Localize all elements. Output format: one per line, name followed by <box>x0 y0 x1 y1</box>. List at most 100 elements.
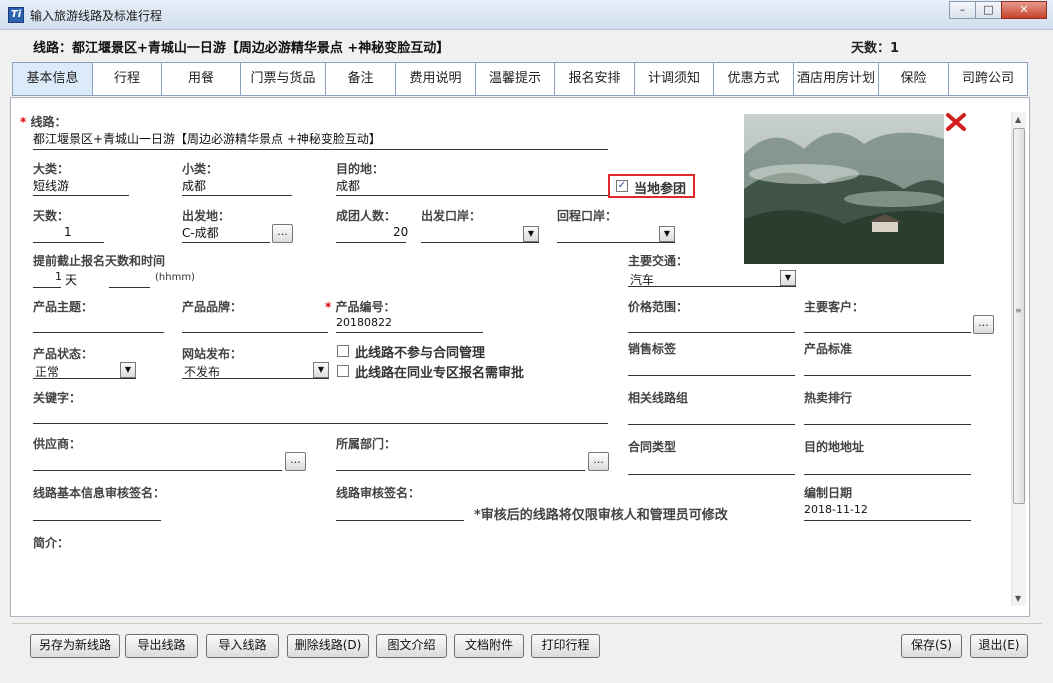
minimize-button[interactable]: – <box>949 1 976 19</box>
departure-field[interactable]: C-成都 <box>182 224 219 241</box>
group-size-label: 成团人数： <box>336 209 397 223</box>
peer-review-label[interactable]: 此线路在同业专区报名需审批 <box>355 362 524 381</box>
chevron-down-icon[interactable]: ▼ <box>659 226 675 242</box>
group-size-field[interactable]: 20 <box>393 225 408 239</box>
button-bar: 另存为新线路 导出线路 导入线路 删除线路(D) 图文介绍 文档附件 打印行程 … <box>12 623 1042 668</box>
route-label: * 线路： <box>20 115 67 129</box>
departure-picker-button[interactable]: ... <box>272 224 293 243</box>
title-bar: Ti 输入旅游线路及标准行程 – □ ✕ <box>0 0 1053 30</box>
compile-date-label: 编制日期 <box>804 486 853 500</box>
days-header: 天数：1 <box>851 41 900 56</box>
deadline-label: 提前截止报名天数和时间 <box>33 254 166 268</box>
days-field[interactable]: 1 <box>64 225 72 239</box>
import-route-button[interactable]: 导入线路 <box>206 634 279 658</box>
deadline-time-underline[interactable] <box>109 287 150 288</box>
category-field[interactable]: 短线游 <box>33 177 69 194</box>
exit-button[interactable]: 退出(E) <box>970 634 1028 658</box>
delete-photo-icon[interactable] <box>945 112 967 132</box>
tab-insurance[interactable]: 保险 <box>879 62 949 96</box>
route-sign-field[interactable] <box>336 520 464 521</box>
vertical-scrollbar[interactable]: ▲ ≡ ▼ <box>1011 112 1026 606</box>
tab-tickets[interactable]: 门票与货品 <box>241 62 326 96</box>
price-range-field[interactable] <box>628 332 795 333</box>
scroll-thumb[interactable] <box>1013 128 1025 504</box>
status-select[interactable]: 正常 ▼ <box>33 362 136 379</box>
depart-port-label: 出发口岸： <box>421 209 482 223</box>
destination-label: 目的地： <box>336 162 385 176</box>
destination-address-field[interactable] <box>804 474 971 475</box>
chevron-down-icon[interactable]: ▼ <box>120 362 136 378</box>
tab-hotel-plan[interactable]: 酒店用房计划 <box>794 62 879 96</box>
export-route-button[interactable]: 导出线路 <box>125 634 198 658</box>
destination-field[interactable]: 成都 <box>336 177 360 194</box>
destination-address-label: 目的地地址 <box>804 440 865 454</box>
review-note: *审核后的线路将仅限审核人和管理员可修改 <box>474 508 728 523</box>
tab-cross-company[interactable]: 司跨公司 <box>949 62 1028 96</box>
tab-itinerary[interactable]: 行程 <box>93 62 162 96</box>
product-standard-field[interactable] <box>804 375 971 376</box>
compile-date-field[interactable]: 2018-11-12 <box>804 503 868 516</box>
tab-operator-notes[interactable]: 计调须知 <box>635 62 714 96</box>
days-label: 天数： <box>33 209 70 223</box>
tab-registration[interactable]: 报名安排 <box>555 62 635 96</box>
department-picker-button[interactable]: ... <box>588 452 609 471</box>
related-routes-field[interactable] <box>628 424 795 425</box>
tab-remarks[interactable]: 备注 <box>326 62 396 96</box>
subcategory-field[interactable]: 成都 <box>182 177 206 194</box>
tab-discounts[interactable]: 优惠方式 <box>714 62 794 96</box>
tab-tips[interactable]: 温馨提示 <box>476 62 555 96</box>
attachments-button[interactable]: 文档附件 <box>454 634 524 658</box>
depart-port-select[interactable]: ▼ <box>421 226 539 243</box>
sales-tag-field[interactable] <box>628 375 795 376</box>
destination-underline <box>336 195 608 196</box>
route-underline <box>33 149 608 150</box>
chevron-down-icon[interactable]: ▼ <box>523 226 539 242</box>
product-code-field[interactable]: 20180822 <box>336 316 392 329</box>
scroll-down-icon[interactable]: ▼ <box>1015 594 1021 603</box>
basic-sign-field[interactable] <box>33 520 161 521</box>
deadline-days-field[interactable]: 1 <box>55 270 62 283</box>
department-label: 所属部门： <box>336 437 397 451</box>
deadline-days-underline <box>33 287 61 288</box>
graphic-intro-button[interactable]: 图文介绍 <box>376 634 447 658</box>
transport-select[interactable]: 汽车 ▼ <box>628 270 796 287</box>
contract-type-field[interactable] <box>628 474 795 475</box>
delete-route-button[interactable]: 删除线路(D) <box>287 634 369 658</box>
local-group-label[interactable]: 当地参团 <box>634 178 686 197</box>
route-photo <box>744 114 944 264</box>
tab-meals[interactable]: 用餐 <box>162 62 241 96</box>
keywords-field[interactable] <box>33 423 608 424</box>
supplier-picker-button[interactable]: ... <box>285 452 306 471</box>
tab-fee-description[interactable]: 费用说明 <box>396 62 476 96</box>
save-button[interactable]: 保存(S) <box>901 634 962 658</box>
subcategory-label: 小类： <box>182 162 219 176</box>
tab-basic-info[interactable]: 基本信息 <box>12 62 93 96</box>
close-button[interactable]: ✕ <box>1001 1 1047 19</box>
chevron-down-icon[interactable]: ▼ <box>780 270 796 286</box>
theme-field[interactable] <box>33 332 164 333</box>
return-port-select[interactable]: ▼ <box>557 226 675 243</box>
no-contract-label[interactable]: 此线路不参与合同管理 <box>355 342 485 361</box>
subcategory-underline <box>182 195 292 196</box>
scroll-up-icon[interactable]: ▲ <box>1015 115 1021 124</box>
save-as-new-button[interactable]: 另存为新线路 <box>30 634 120 658</box>
web-publish-select[interactable]: 不发布 ▼ <box>182 362 329 379</box>
local-group-checkbox[interactable]: ✓ <box>616 180 628 192</box>
basic-sign-label: 线路基本信息审核签名： <box>33 486 166 500</box>
product-code-label: * 产品编号： <box>325 300 396 314</box>
supplier-label: 供应商： <box>33 437 82 451</box>
theme-label: 产品主题： <box>33 300 94 314</box>
no-contract-checkbox[interactable] <box>337 345 349 357</box>
main-customer-field[interactable] <box>804 332 971 333</box>
department-field[interactable] <box>336 470 585 471</box>
grip-icon: ≡ <box>1015 306 1022 315</box>
peer-review-checkbox[interactable] <box>337 365 349 377</box>
supplier-field[interactable] <box>33 470 282 471</box>
chevron-down-icon[interactable]: ▼ <box>313 362 329 378</box>
print-itinerary-button[interactable]: 打印行程 <box>531 634 600 658</box>
main-customer-picker-button[interactable]: ... <box>973 315 994 334</box>
route-field[interactable]: 都江堰景区+青城山一日游【周边必游精华景点 +神秘变脸互动】 <box>33 130 381 147</box>
hot-rank-field[interactable] <box>804 424 971 425</box>
brand-field[interactable] <box>182 332 328 333</box>
maximize-button[interactable]: □ <box>975 1 1002 19</box>
